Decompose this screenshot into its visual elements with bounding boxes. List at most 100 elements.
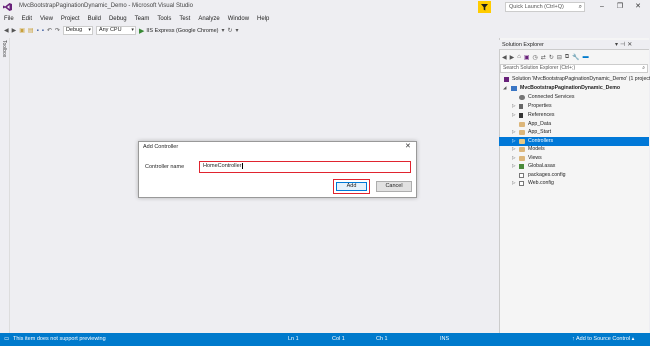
tree-item-global-asax[interactable]: ▷ Global.asax [499,162,649,171]
menu-tools[interactable]: Tools [157,16,171,22]
refresh-icon[interactable]: ↻ [227,27,232,34]
status-message: This item does not support previewing [13,336,106,342]
add-button-highlight[interactable]: Add [333,179,370,194]
solution-platform-value: Any CPU [98,27,122,33]
dialog-close-button[interactable]: ✕ [405,142,411,150]
tree-item-references[interactable]: ▷ References [499,111,649,120]
controller-name-label: Controller name [145,164,185,170]
chevron-down-icon[interactable]: ▾ [221,27,224,34]
visual-studio-logo-icon [3,3,12,11]
solution-explorer-search-input[interactable]: Search Solution Explorer (Ctrl+;) ⌕ [500,64,648,73]
expanded-arrow-icon[interactable]: ◢ [503,84,506,93]
folder-icon [519,139,525,144]
menu-bar: File Edit View Project Build Debug Team … [0,14,650,24]
tree-item-connected-services[interactable]: Connected Services [499,93,649,102]
solution-platform-select[interactable]: Any CPU ▾ [95,26,136,35]
toolbar-overflow-icon[interactable]: ▾ [236,27,239,34]
solution-configuration-select[interactable]: Debug ▾ [62,26,93,35]
restore-button[interactable]: ❐ [614,2,626,12]
run-target-button[interactable]: IIS Express (Google Chrome) [146,28,218,34]
menu-window[interactable]: Window [228,16,249,22]
start-debugging-icon[interactable]: ▶ [139,27,144,35]
close-panel-icon[interactable]: ✕ [627,42,634,48]
main-toolbar: ◀ ▶ ▣ ▤ ▪ ▪ ↶ ↷ Debug ▾ Any CPU ▾ ▶ IIS … [0,24,650,37]
preview-selected-icon[interactable]: ▬ [583,54,589,60]
collapsed-arrow-icon[interactable]: ▷ [512,102,515,111]
new-project-icon[interactable]: ▣ [19,27,25,34]
menu-view[interactable]: View [40,16,53,22]
refresh-icon[interactable]: ↻ [549,54,554,61]
solution-icon [504,77,509,82]
menu-build[interactable]: Build [88,16,101,22]
forward-icon[interactable]: ▶ [12,27,17,34]
tree-item-label: Solution 'MvcBootstrapPaginationDynamic_… [512,76,650,82]
tree-item-label: References [528,112,555,118]
tree-item-project[interactable]: ◢ MvcBootstrapPaginationDynamic_Demo [499,84,649,93]
tree-item-label: Models [528,146,545,152]
tree-item-models[interactable]: ▷ Models [499,145,649,154]
sync-icon[interactable]: ⇄ [541,54,546,61]
menu-edit[interactable]: Edit [22,16,32,22]
chevron-down-icon: ▾ [131,27,134,33]
collapsed-arrow-icon[interactable]: ▷ [512,145,515,154]
show-all-files-icon[interactable]: ⧉ [565,54,569,61]
tree-item-label: Web.config [528,180,554,186]
toolbox-rail [0,38,10,333]
collapsed-arrow-icon[interactable]: ▷ [512,111,515,120]
switch-views-icon[interactable]: ▣ [524,54,530,61]
pending-changes-icon[interactable]: ◷ [533,54,538,61]
status-insert-mode: INS [440,336,450,342]
forward-icon[interactable]: ▶ [510,54,515,61]
connected-services-icon [519,95,525,100]
undo-icon[interactable]: ↶ [47,27,52,34]
menu-analyze[interactable]: Analyze [198,16,219,22]
chevron-down-icon: ▾ [88,27,91,33]
redo-icon[interactable]: ↷ [55,27,60,34]
controller-name-input[interactable]: HomeController [199,161,411,173]
text-caret [241,162,243,169]
status-char: Ch 1 [376,336,388,342]
menu-file[interactable]: File [4,16,14,22]
menu-debug[interactable]: Debug [109,16,127,22]
solution-explorer-title: Solution Explorer [502,42,544,48]
collapse-all-icon[interactable]: ⊟ [557,54,562,61]
collapsed-arrow-icon[interactable]: ▷ [512,128,515,137]
back-icon[interactable]: ◀ [502,54,507,61]
minimize-button[interactable]: – [596,2,608,12]
add-to-source-control-button[interactable]: ↑ Add to Source Control ▴ [572,336,634,342]
menu-team[interactable]: Team [135,16,150,22]
save-icon[interactable]: ▪ [37,28,39,34]
close-window-button[interactable]: ✕ [632,2,644,12]
menu-test[interactable]: Test [179,16,190,22]
panel-window-buttons[interactable]: ▾⊣✕ [615,41,634,48]
add-button[interactable]: Add [336,182,367,191]
properties-wrench-icon[interactable]: 🔧 [572,54,579,61]
menu-help[interactable]: Help [257,16,269,22]
tree-item-app-start[interactable]: ▷ App_Start [499,128,649,137]
solution-configuration-value: Debug [65,27,83,33]
tree-item-web-config[interactable]: ▷ Web.config [499,179,649,188]
global-asax-icon [519,164,524,169]
back-icon[interactable]: ◀ [4,27,9,34]
folder-icon [519,156,525,161]
search-icon: ⌕ [578,4,582,10]
collapsed-arrow-icon[interactable]: ▷ [512,179,515,188]
chevron-up-icon: ▴ [630,336,635,342]
search-placeholder: Search Solution Explorer (Ctrl+;) [503,65,576,71]
references-icon [519,113,523,118]
home-icon[interactable]: ⌂ [517,54,521,60]
folder-icon [519,130,525,135]
cancel-button[interactable]: Cancel [376,181,412,192]
toolbox-tab[interactable]: Toolbox [1,40,7,57]
quick-launch-input[interactable]: Quick Launch (Ctrl+Q) ⌕ [505,2,585,12]
save-all-icon[interactable]: ▪ [42,28,44,34]
tree-item-solution[interactable]: Solution 'MvcBootstrapPaginationDynamic_… [499,75,650,84]
collapsed-arrow-icon[interactable]: ▷ [512,162,515,171]
status-message-icon: ▭ [4,336,10,342]
wrench-icon [519,104,523,109]
tree-item-properties[interactable]: ▷ Properties [499,102,649,111]
feedback-filter-icon[interactable] [478,1,491,13]
open-file-icon[interactable]: ▤ [28,27,34,34]
search-icon: ⌕ [642,65,645,71]
menu-project[interactable]: Project [61,16,80,22]
